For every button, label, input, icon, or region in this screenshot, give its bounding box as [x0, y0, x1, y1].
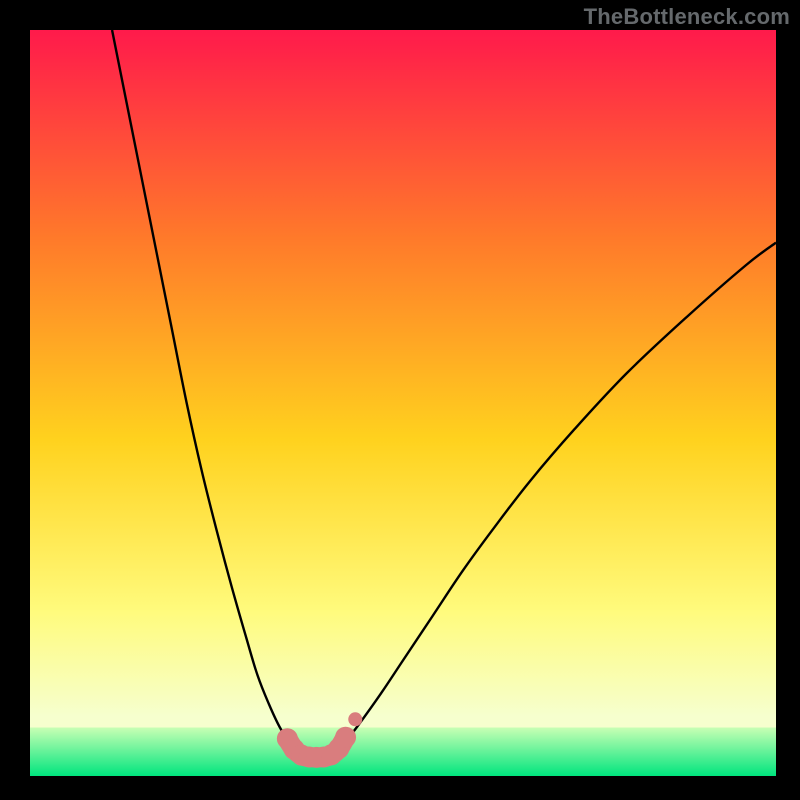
extra-dot	[348, 712, 362, 726]
green-band	[30, 728, 776, 776]
trough-dot	[335, 727, 356, 748]
heat-gradient-plot-area	[30, 30, 776, 776]
extra-marker-dots	[348, 712, 362, 726]
bottleneck-chart	[0, 0, 800, 800]
chart-frame: { "watermark": "TheBottleneck.com", "col…	[0, 0, 800, 800]
watermark-text: TheBottleneck.com	[584, 4, 790, 30]
